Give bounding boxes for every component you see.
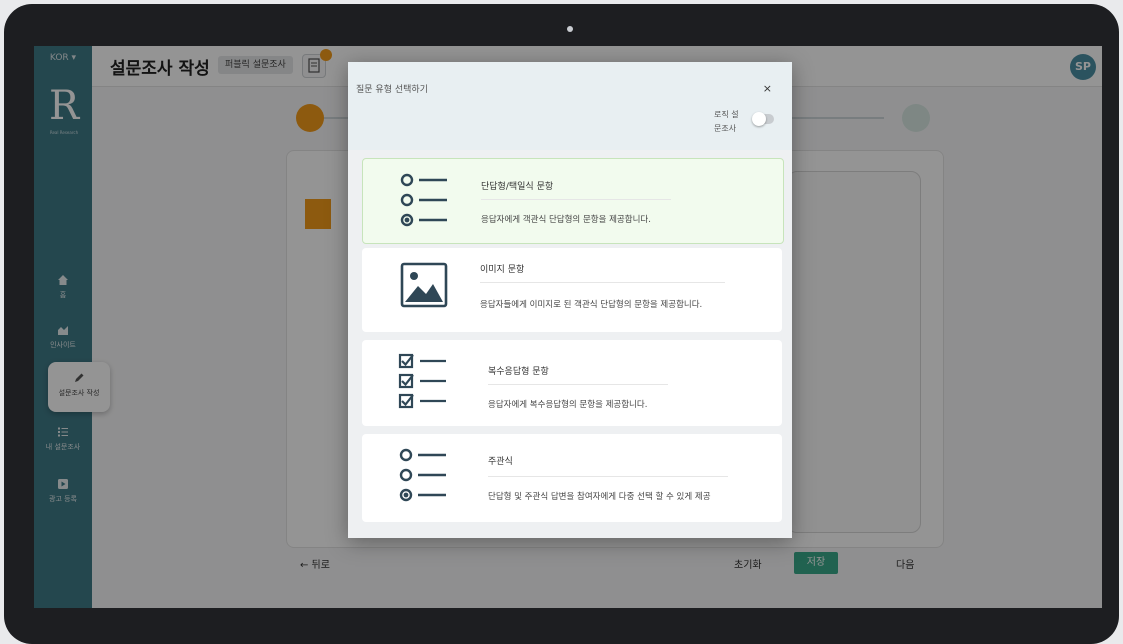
close-icon[interactable]: × — [763, 82, 772, 95]
option-divider — [480, 282, 725, 283]
option-multiple-choice[interactable]: 복수응답형 문항 응답자에게 복수응답형의 문항을 제공합니다. — [362, 340, 782, 426]
logic-survey-label: 로직 설문조사 — [714, 110, 739, 133]
option-single-choice[interactable]: 단답형/택일식 문항 응답자에게 객관식 단답형의 문항을 제공합니다. — [362, 158, 784, 244]
image-icon — [400, 262, 448, 308]
question-type-modal: 질문 유형 선택하기 × 로직 설문조사 단답형/택일식 문항 응답자에게 객관… — [348, 62, 792, 538]
option-title: 주관식 — [488, 457, 513, 467]
modal-header: 질문 유형 선택하기 × 로직 설문조사 — [348, 62, 792, 150]
option-divider — [481, 199, 671, 200]
option-title: 단답형/택일식 문항 — [481, 182, 554, 192]
option-title: 이미지 문항 — [480, 265, 525, 275]
option-description: 응답자에게 객관식 단답형의 문항을 제공합니다. — [481, 215, 651, 225]
logic-survey-toggle[interactable] — [752, 112, 774, 126]
screen: KOR ▾ R Real Research 홈 인사이트 내 설문조사 광고 등… — [34, 46, 1102, 608]
option-description: 단답형 및 주관식 답변을 참여자에게 다중 선택 할 수 있게 제공 — [488, 492, 711, 502]
single-choice-icon — [400, 173, 447, 227]
checkbox-list-icon — [398, 353, 446, 409]
option-description: 응답자에게 복수응답형의 문항을 제공합니다. — [488, 400, 648, 410]
camera — [567, 26, 573, 32]
option-divider — [488, 384, 668, 385]
modal-title: 질문 유형 선택하기 — [356, 85, 428, 95]
option-title: 복수응답형 문항 — [488, 367, 549, 377]
radio-list-icon — [399, 448, 446, 502]
option-description: 응답자들에게 이미지로 된 객관식 단답형의 문항을 제공합니다. — [480, 300, 703, 310]
toggle-knob — [752, 112, 766, 126]
option-open-ended[interactable]: 주관식 단답형 및 주관식 답변을 참여자에게 다중 선택 할 수 있게 제공 — [362, 434, 782, 522]
option-image[interactable]: 이미지 문항 응답자들에게 이미지로 된 객관식 단답형의 문항을 제공합니다. — [362, 248, 782, 332]
laptop-frame: KOR ▾ R Real Research 홈 인사이트 내 설문조사 광고 등… — [4, 4, 1119, 644]
option-divider — [488, 476, 728, 477]
